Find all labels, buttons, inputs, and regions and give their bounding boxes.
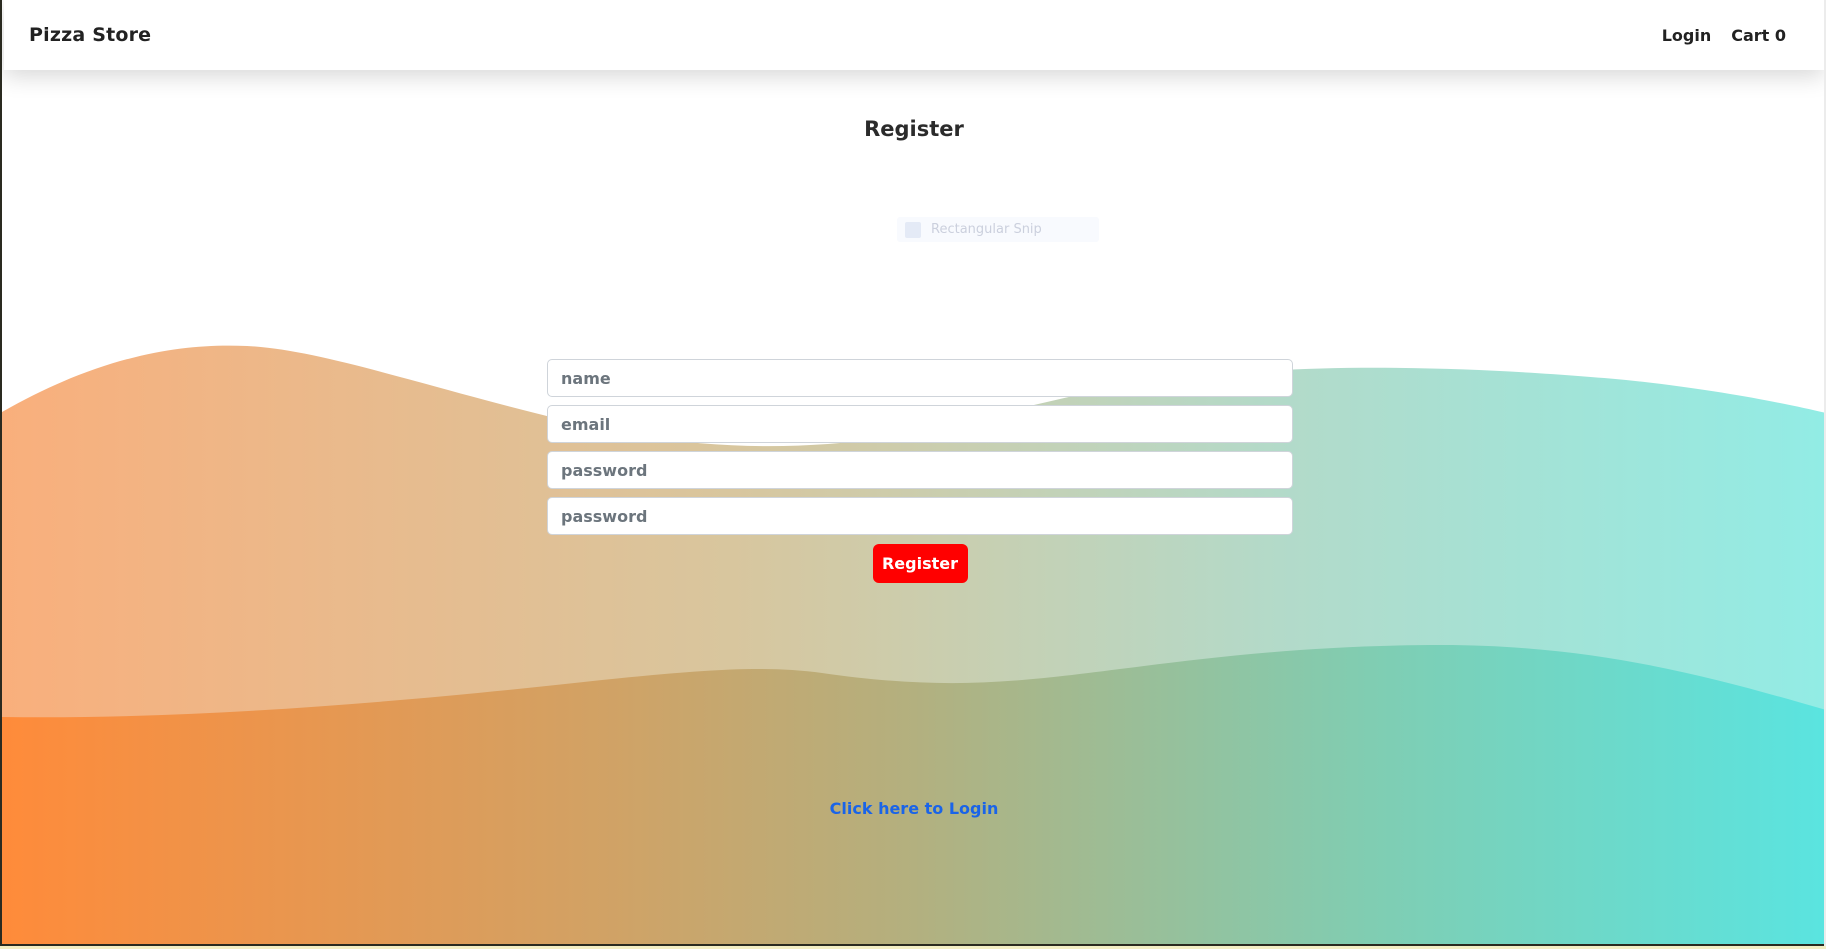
page-frame: Pizza Store Login Cart 0 Register Rectan… bbox=[0, 0, 1824, 946]
login-link[interactable]: Click here to Login bbox=[2, 799, 1824, 818]
button-row: Register bbox=[547, 544, 1293, 583]
top-navbar: Pizza Store Login Cart 0 bbox=[4, 0, 1824, 70]
nav-cart-link[interactable]: Cart 0 bbox=[1731, 26, 1786, 45]
nav-login-link[interactable]: Login bbox=[1662, 26, 1712, 45]
nav-links: Login Cart 0 bbox=[1662, 26, 1786, 45]
rectangular-snip-overlay: Rectangular Snip bbox=[897, 217, 1099, 242]
brand-logo[interactable]: Pizza Store bbox=[29, 24, 151, 46]
confirm-password-input[interactable] bbox=[547, 497, 1293, 535]
password-input[interactable] bbox=[547, 451, 1293, 489]
register-button[interactable]: Register bbox=[872, 544, 968, 583]
snip-icon bbox=[905, 221, 921, 238]
email-input[interactable] bbox=[547, 405, 1293, 443]
register-form: Register bbox=[547, 359, 1293, 583]
page-title: Register bbox=[864, 117, 964, 141]
name-input[interactable] bbox=[547, 359, 1293, 397]
snip-label: Rectangular Snip bbox=[931, 222, 1042, 237]
